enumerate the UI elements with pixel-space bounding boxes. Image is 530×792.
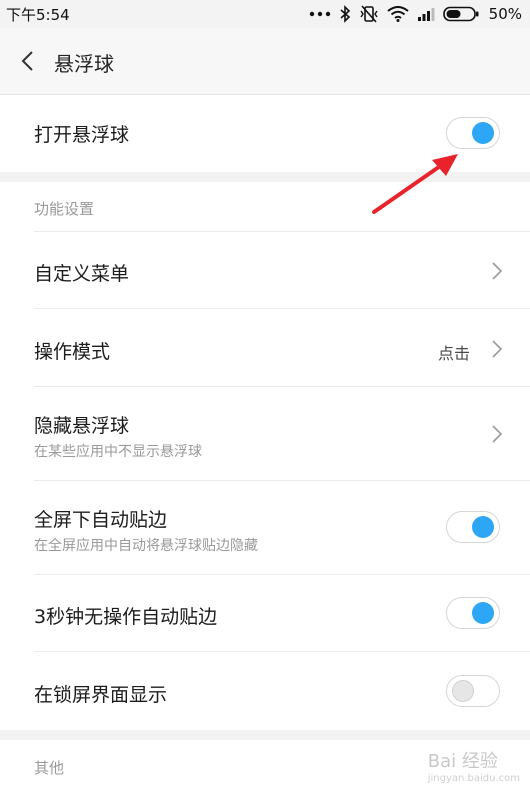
operation-mode-label: 操作模式 xyxy=(34,341,111,363)
back-arrow-icon xyxy=(21,51,33,71)
section-title-other: 其他 xyxy=(34,759,65,777)
lock-screen-display-label: 在锁屏界面显示 xyxy=(34,684,168,706)
dots-icon xyxy=(309,11,330,17)
chevron-right-icon xyxy=(492,262,503,280)
chevron-right-icon xyxy=(492,340,503,358)
chevron-right-icon xyxy=(492,425,503,443)
status-icons: 50% xyxy=(309,3,522,25)
watermark-url: jingyan.baidu.com xyxy=(427,773,520,784)
toggle-knob xyxy=(472,602,494,624)
vibrate-icon xyxy=(360,5,378,23)
status-time: 下午5:54 xyxy=(6,6,70,24)
operation-mode-row[interactable]: 操作模式 点击 xyxy=(0,309,530,387)
battery-icon xyxy=(442,6,479,22)
idle-auto-edge-row[interactable]: 3秒钟无操作自动贴边 xyxy=(0,575,530,652)
hide-floating-ball-desc: 在某些应用中不显示悬浮球 xyxy=(34,444,202,460)
fullscreen-auto-edge-label: 全屏下自动贴边 xyxy=(34,509,168,531)
fullscreen-auto-edge-desc: 在全屏应用中自动将悬浮球贴边隐藏 xyxy=(34,538,258,554)
bluetooth-icon xyxy=(340,5,350,23)
operation-mode-value: 点击 xyxy=(437,344,470,363)
page-title: 悬浮球 xyxy=(54,52,114,76)
toggle-knob xyxy=(472,122,494,144)
idle-auto-edge-toggle[interactable] xyxy=(446,597,500,629)
status-bar: 下午5:54 50% xyxy=(0,0,530,28)
app-header: 悬浮球 xyxy=(0,28,530,95)
lock-screen-display-row[interactable]: 在锁屏界面显示 xyxy=(0,652,530,730)
fullscreen-auto-edge-row[interactable]: 全屏下自动贴边 在全屏应用中自动将悬浮球贴边隐藏 xyxy=(0,481,530,575)
toggle-knob xyxy=(452,680,474,702)
wifi-icon xyxy=(387,6,409,22)
battery-percent: 50% xyxy=(488,5,522,23)
toggle-knob xyxy=(472,516,494,538)
section-title-function: 功能设置 xyxy=(34,200,95,218)
custom-menu-label: 自定义菜单 xyxy=(34,263,130,285)
custom-menu-row[interactable]: 自定义菜单 xyxy=(0,232,530,309)
baidu-watermark: Bai 经验 jingyan.baidu.com xyxy=(428,747,520,784)
fullscreen-auto-edge-toggle[interactable] xyxy=(446,511,500,543)
annotation-arrow-icon xyxy=(372,154,458,214)
open-floating-ball-toggle[interactable] xyxy=(446,117,500,149)
signal-icon xyxy=(417,8,435,21)
hide-floating-ball-row[interactable]: 隐藏悬浮球 在某些应用中不显示悬浮球 xyxy=(0,387,530,481)
idle-auto-edge-label: 3秒钟无操作自动贴边 xyxy=(34,606,218,628)
watermark-brand: Bai 经验 xyxy=(427,751,498,772)
back-button[interactable] xyxy=(10,44,44,78)
hide-floating-ball-label: 隐藏悬浮球 xyxy=(34,415,130,437)
open-floating-ball-label: 打开悬浮球 xyxy=(34,124,130,146)
lock-screen-display-toggle[interactable] xyxy=(446,675,500,707)
